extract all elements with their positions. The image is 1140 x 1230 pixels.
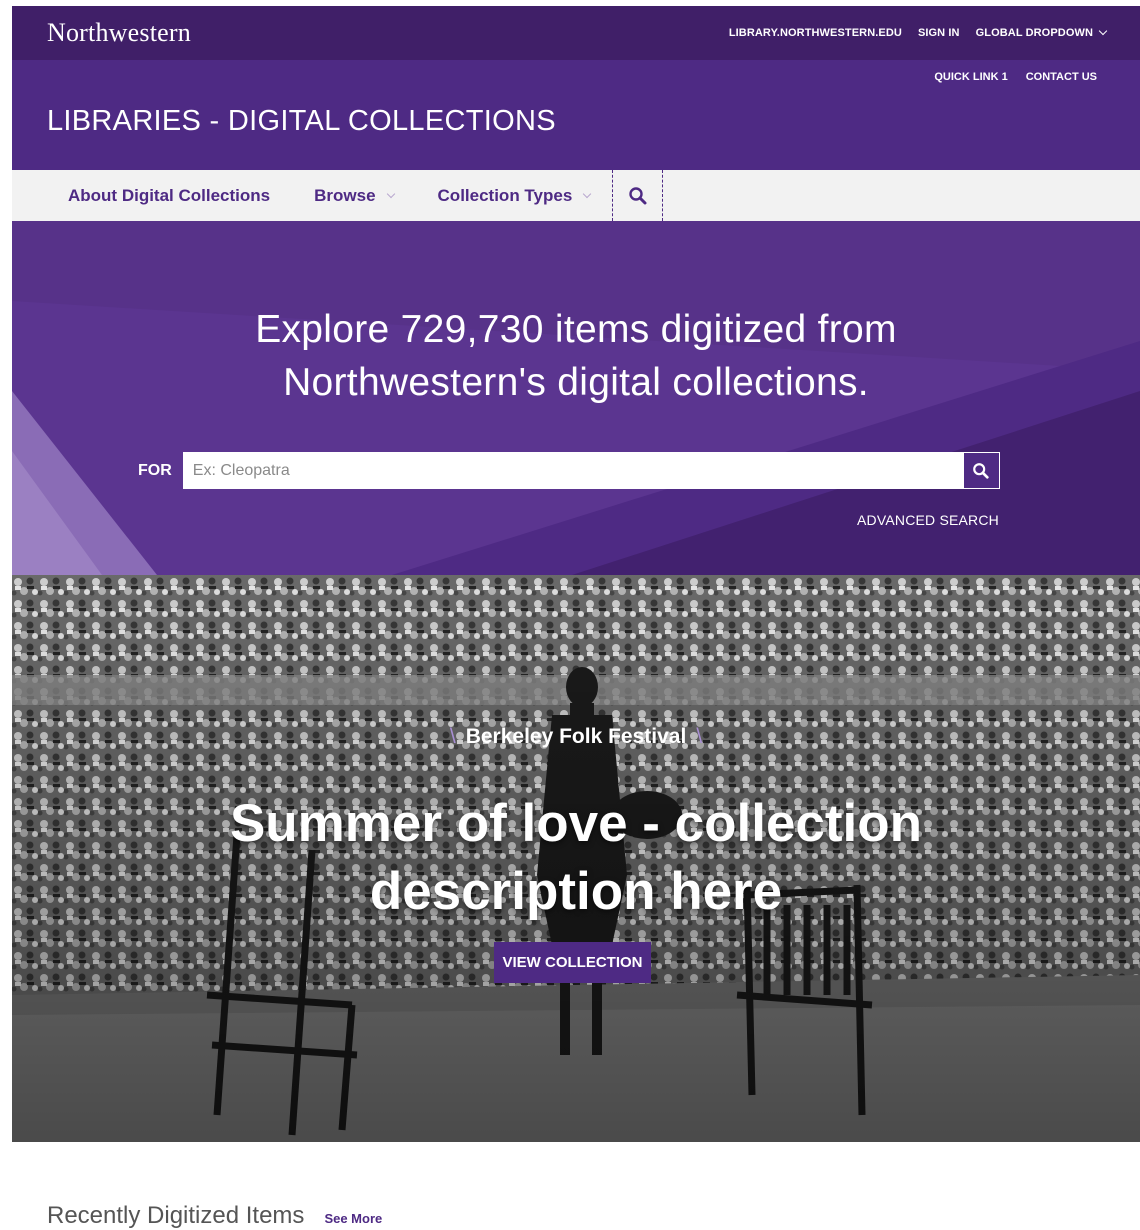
hero-headline-line-1: Explore 729,730 items digitized from (255, 308, 897, 351)
site-header: QUICK LINK 1 CONTACT US LIBRARIES - DIGI… (12, 60, 1140, 170)
search-for-label: FOR (138, 461, 172, 479)
main-nav: About Digital Collections Browse Collect… (12, 170, 1140, 221)
view-collection-button[interactable]: VIEW COLLECTION (494, 942, 651, 983)
featured-collection: \ Berkeley Folk Festival \ Summer of love … (12, 575, 1140, 1142)
hero-headline-line-2: Northwestern's digital collections. (283, 361, 869, 404)
library-link[interactable]: LIBRARY.NORTHWESTERN.EDU (729, 27, 902, 39)
recently-digitized-heading: Recently Digitized Items (47, 1202, 305, 1229)
search-icon (629, 186, 647, 204)
recently-digitized-header: Recently Digitized Items See More (47, 1202, 382, 1230)
global-dropdown[interactable]: GLOBAL DROPDOWN (975, 26, 1108, 39)
collection-title-line-2: description here (369, 862, 783, 921)
nav-search-button[interactable] (612, 170, 664, 221)
slash-decoration-icon: \ (696, 725, 703, 748)
collection-title: Summer of love - collection description … (12, 790, 1140, 926)
nav-browse[interactable]: Browse (292, 170, 415, 221)
quick-link-1[interactable]: QUICK LINK 1 (934, 71, 1007, 83)
nav-about-label: About Digital Collections (68, 185, 271, 205)
hero-headline: Explore 729,730 items digitized from Nor… (12, 303, 1140, 409)
northwestern-logo[interactable]: Northwestern (47, 18, 191, 48)
sign-in-link[interactable]: SIGN IN (918, 27, 960, 39)
search-submit-button[interactable] (962, 452, 1000, 489)
slash-decoration-icon: \ (449, 725, 456, 748)
utility-links: LIBRARY.NORTHWESTERN.EDU SIGN IN GLOBAL … (729, 26, 1108, 39)
nav-collection-types[interactable]: Collection Types (416, 170, 613, 221)
collection-title-line-1: Summer of love - collection (229, 794, 923, 853)
utility-bar: Northwestern LIBRARY.NORTHWESTERN.EDU SI… (12, 6, 1140, 60)
search-icon (973, 462, 989, 479)
search-input[interactable] (182, 452, 963, 489)
advanced-search-link[interactable]: ADVANCED SEARCH (857, 512, 999, 528)
nav-collection-types-label: Collection Types (437, 185, 573, 205)
contact-us-link[interactable]: CONTACT US (1026, 71, 1097, 83)
search-row: FOR (138, 452, 1000, 489)
chevron-down-icon (1098, 26, 1108, 36)
quick-links: QUICK LINK 1 CONTACT US (934, 71, 1097, 83)
collection-eyebrow-label[interactable]: Berkeley Folk Festival (466, 725, 687, 748)
page: Northwestern LIBRARY.NORTHWESTERN.EDU SI… (12, 6, 1140, 1142)
see-more-link[interactable]: See More (324, 1211, 382, 1226)
nav-browse-label: Browse (314, 185, 376, 205)
collection-eyebrow: \ Berkeley Folk Festival \ (12, 725, 1140, 749)
hero-search: Explore 729,730 items digitized from Nor… (12, 221, 1140, 575)
nav-about[interactable]: About Digital Collections (46, 170, 292, 221)
global-dropdown-label: GLOBAL DROPDOWN (975, 27, 1093, 39)
site-title[interactable]: LIBRARIES - DIGITAL COLLECTIONS (47, 105, 556, 138)
chevron-down-icon (386, 189, 395, 198)
chevron-down-icon (583, 189, 592, 198)
